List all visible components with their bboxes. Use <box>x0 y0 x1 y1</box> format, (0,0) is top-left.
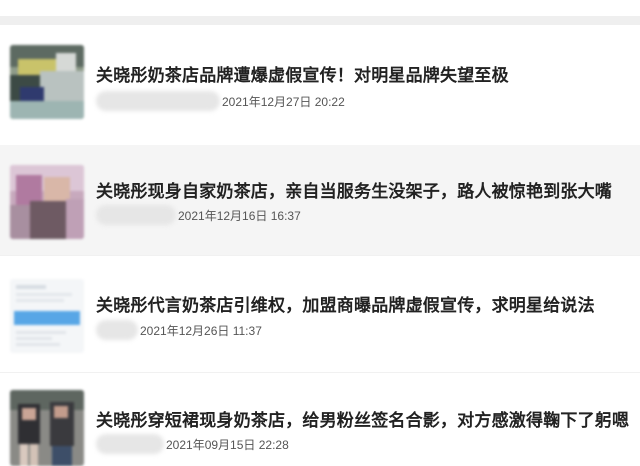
blurred-screenshot-thumbnail-icon <box>10 279 84 353</box>
article-meta: 2021年12月26日 11:37 <box>96 320 262 340</box>
article-date: 2021年12月26日 11:37 <box>140 323 262 338</box>
article-date: 2021年12月16日 16:37 <box>178 208 301 223</box>
divider <box>0 372 640 373</box>
divider <box>0 255 640 256</box>
article-title[interactable]: 关晓彤代言奶茶店引维权，加盟商曝品牌虚假宣传，求明星给说法 <box>96 291 595 316</box>
author-name-redacted <box>96 205 176 225</box>
article-meta: 2021年12月27日 20:22 <box>96 91 345 111</box>
blurred-photo-thumbnail-icon <box>10 165 84 239</box>
article-item[interactable]: 关晓彤现身自家奶茶店，亲自当服务生没架子，路人被惊艳到张大嘴 2021年12月1… <box>0 145 640 255</box>
author-name-redacted <box>96 320 138 340</box>
article-date: 2021年09月15日 22:28 <box>166 437 289 452</box>
article-list: 关晓彤奶茶店品牌遭爆虚假宣传！对明星品牌失望至极 2021年12月27日 20:… <box>0 0 640 466</box>
article-meta: 2021年09月15日 22:28 <box>96 434 289 454</box>
article-item[interactable]: 关晓彤穿短裙现身奶茶店，给男粉丝签名合影，对方感激得鞠下了躬嗯 2021年09月… <box>0 374 640 466</box>
author-name-redacted <box>96 434 164 454</box>
article-title[interactable]: 关晓彤现身自家奶茶店，亲自当服务生没架子，路人被惊艳到张大嘴 <box>96 177 612 202</box>
article-thumbnail[interactable] <box>10 165 84 239</box>
article-title[interactable]: 关晓彤奶茶店品牌遭爆虚假宣传！对明星品牌失望至极 <box>96 61 509 86</box>
article-thumbnail[interactable] <box>10 279 84 353</box>
article-meta: 2021年12月16日 16:37 <box>96 205 301 225</box>
article-thumbnail[interactable] <box>10 390 84 466</box>
article-title[interactable]: 关晓彤穿短裙现身奶茶店，给男粉丝签名合影，对方感激得鞠下了躬嗯 <box>96 406 629 431</box>
article-item[interactable]: 关晓彤代言奶茶店引维权，加盟商曝品牌虚假宣传，求明星给说法 2021年12月26… <box>0 262 640 372</box>
blurred-photo-thumbnail-icon <box>10 390 84 466</box>
author-name-redacted <box>96 91 220 111</box>
article-item[interactable]: 关晓彤奶茶店品牌遭爆虚假宣传！对明星品牌失望至极 2021年12月27日 20:… <box>0 25 640 135</box>
article-thumbnail[interactable] <box>10 45 84 119</box>
blurred-photo-thumbnail-icon <box>10 45 84 119</box>
article-date: 2021年12月27日 20:22 <box>222 94 345 109</box>
